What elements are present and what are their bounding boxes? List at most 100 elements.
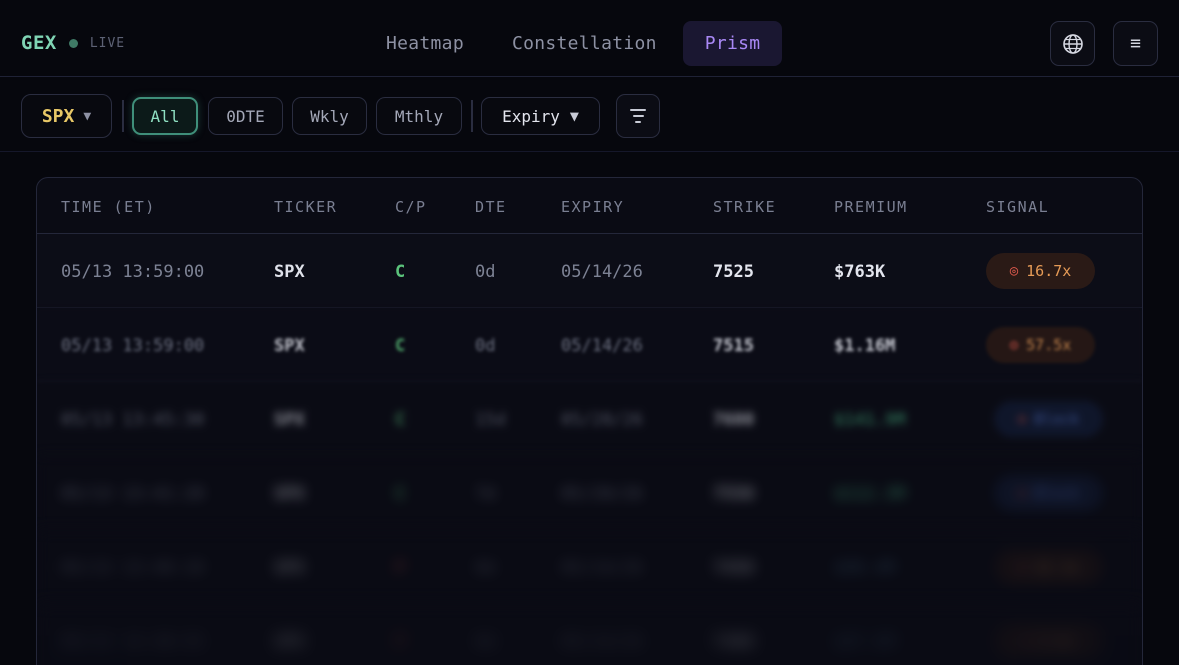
expiry-cell: 05/14/26 — [561, 262, 643, 282]
dte-cell: 7d — [475, 484, 496, 504]
column-header-signal[interactable]: SIGNAL — [986, 198, 1049, 216]
signal-value: Block — [1034, 410, 1080, 428]
hamburger-menu-icon: ≡ — [1130, 32, 1141, 54]
time-cell: 05/13 13:59:00 — [61, 336, 205, 356]
signal-badge: ◎ 9.8x — [994, 623, 1103, 659]
column-header-strike[interactable]: STRIKE — [713, 198, 776, 216]
dte-cell: 0d — [475, 262, 496, 282]
ticker-select[interactable]: SPX ▼ — [21, 94, 112, 138]
table-row[interactable]: 05/13 13:41:20 SPX C 7d 05/20/26 7550 $1… — [37, 456, 1142, 530]
tab-heatmap[interactable]: Heatmap — [364, 21, 486, 66]
signal-badge: ◎ 16.7x — [986, 253, 1095, 289]
time-cell: 05/13 13:45:30 — [61, 410, 205, 430]
time-cell: 05/13 13:40:10 — [61, 558, 205, 578]
chevron-down-icon: ▼ — [569, 107, 579, 125]
chevron-down-icon: ▼ — [83, 108, 92, 124]
cp-cell: C — [395, 484, 406, 504]
cp-cell: C — [395, 336, 406, 356]
divider — [122, 100, 124, 132]
range-filter-0dte[interactable]: 0DTE — [208, 97, 283, 135]
table-row[interactable]: 05/13 13:40:10 SPX P 0d 05/14/26 7450 $9… — [37, 530, 1142, 604]
ticker-cell: SPX — [274, 262, 305, 282]
cp-cell: P — [395, 558, 406, 578]
strike-cell: 7515 — [713, 336, 754, 356]
brand: GEX LIVE — [21, 32, 125, 54]
signal-badge: ◎ Block — [994, 401, 1103, 437]
signal-value: Block — [1034, 484, 1080, 502]
main-nav: Heatmap Constellation Prism — [364, 21, 786, 66]
signal-value: 57.5x — [1026, 336, 1072, 354]
time-cell: 05/13 13:41:20 — [61, 484, 205, 504]
brand-logo[interactable]: GEX — [21, 32, 57, 54]
table-row[interactable]: 05/13 13:59:00 SPX C 0d 05/14/26 7515 $1… — [37, 308, 1142, 382]
range-filter-all[interactable]: All — [132, 97, 198, 135]
table-row[interactable]: 05/13 13:38:55 SPX P 0d 05/14/26 7400 $8… — [37, 604, 1142, 665]
expiry-cell: 05/14/26 — [561, 558, 643, 578]
filter-button[interactable] — [616, 94, 660, 138]
ticker-cell: SPX — [274, 632, 305, 652]
strike-cell: 7550 — [713, 484, 754, 504]
dte-cell: 0d — [475, 632, 496, 652]
range-filter-wkly[interactable]: Wkly — [292, 97, 367, 135]
filter-icon — [630, 107, 646, 125]
target-icon: ◎ — [1017, 485, 1027, 501]
dte-cell: 15d — [475, 410, 506, 430]
premium-cell: $112.3M — [834, 484, 906, 504]
dte-cell: 0d — [475, 336, 496, 356]
premium-cell: $87.6M — [834, 632, 896, 652]
tab-constellation[interactable]: Constellation — [490, 21, 679, 66]
target-icon: ◎ — [1009, 263, 1019, 279]
expiry-cell: 05/14/26 — [561, 632, 643, 652]
target-icon: ◎ — [1009, 337, 1019, 353]
ticker-cell: SPX — [274, 558, 305, 578]
menu-button[interactable]: ≡ — [1113, 21, 1158, 66]
column-header-time[interactable]: TIME (ET) — [61, 198, 156, 216]
ticker-cell: SPX — [274, 410, 305, 430]
signal-value: 16.7x — [1026, 262, 1072, 280]
strike-cell: 7400 — [713, 632, 754, 652]
live-indicator-dot — [68, 38, 78, 48]
flow-table: TIME (ET) TICKER C/P DTE EXPIRY STRIKE P… — [36, 177, 1143, 665]
premium-cell: $1.16M — [834, 336, 896, 356]
time-cell: 05/13 13:59:00 — [61, 262, 205, 282]
strike-cell: 7600 — [713, 410, 754, 430]
target-icon: ◎ — [1017, 559, 1027, 575]
dte-cell: 0d — [475, 558, 496, 578]
filter-bar: SPX ▼ All 0DTE Wkly Mthly Expiry ▼ — [0, 78, 1179, 152]
ticker-cell: SPX — [274, 336, 305, 356]
premium-cell: $98.4M — [834, 558, 896, 578]
signal-badge: ◎ 12.1x — [994, 549, 1103, 585]
column-header-premium[interactable]: PREMIUM — [834, 198, 908, 216]
globe-icon — [1062, 33, 1083, 54]
table-row[interactable]: 05/13 13:45:30 SPX C 15d 05/28/26 7600 $… — [37, 382, 1142, 456]
signal-badge: ◎ 57.5x — [986, 327, 1095, 363]
target-icon: ◎ — [1022, 633, 1031, 649]
premium-cell: $141.9M — [834, 410, 906, 430]
column-header-expiry[interactable]: EXPIRY — [561, 198, 624, 216]
language-button[interactable] — [1050, 21, 1095, 66]
ticker-value: SPX — [41, 105, 75, 127]
expiry-cell: 05/14/26 — [561, 336, 643, 356]
expiry-select[interactable]: Expiry ▼ — [481, 97, 600, 135]
expiry-cell: 05/20/26 — [561, 484, 643, 504]
cp-cell: C — [395, 410, 406, 430]
column-header-cp[interactable]: C/P — [395, 198, 427, 216]
expiry-cell: 05/28/26 — [561, 410, 643, 430]
table-header: TIME (ET) TICKER C/P DTE EXPIRY STRIKE P… — [37, 178, 1142, 234]
cp-cell: P — [395, 632, 406, 652]
divider — [471, 100, 473, 132]
ticker-cell: SPX — [274, 484, 305, 504]
strike-cell: 7450 — [713, 558, 754, 578]
tab-prism[interactable]: Prism — [682, 21, 783, 66]
table-row[interactable]: 05/13 13:59:00 SPX C 0d 05/14/26 7525 $7… — [37, 234, 1142, 308]
range-filter-mthly[interactable]: Mthly — [376, 97, 462, 135]
premium-cell: $763K — [834, 262, 886, 282]
target-icon: ◎ — [1017, 411, 1027, 427]
signal-badge: ◎ Block — [994, 475, 1103, 511]
cp-cell: C — [395, 262, 406, 282]
signal-value: 9.8x — [1038, 632, 1075, 650]
column-header-dte[interactable]: DTE — [475, 198, 507, 216]
time-cell: 05/13 13:38:55 — [61, 632, 205, 652]
column-header-ticker[interactable]: TICKER — [274, 198, 337, 216]
live-status-label: LIVE — [89, 35, 126, 51]
